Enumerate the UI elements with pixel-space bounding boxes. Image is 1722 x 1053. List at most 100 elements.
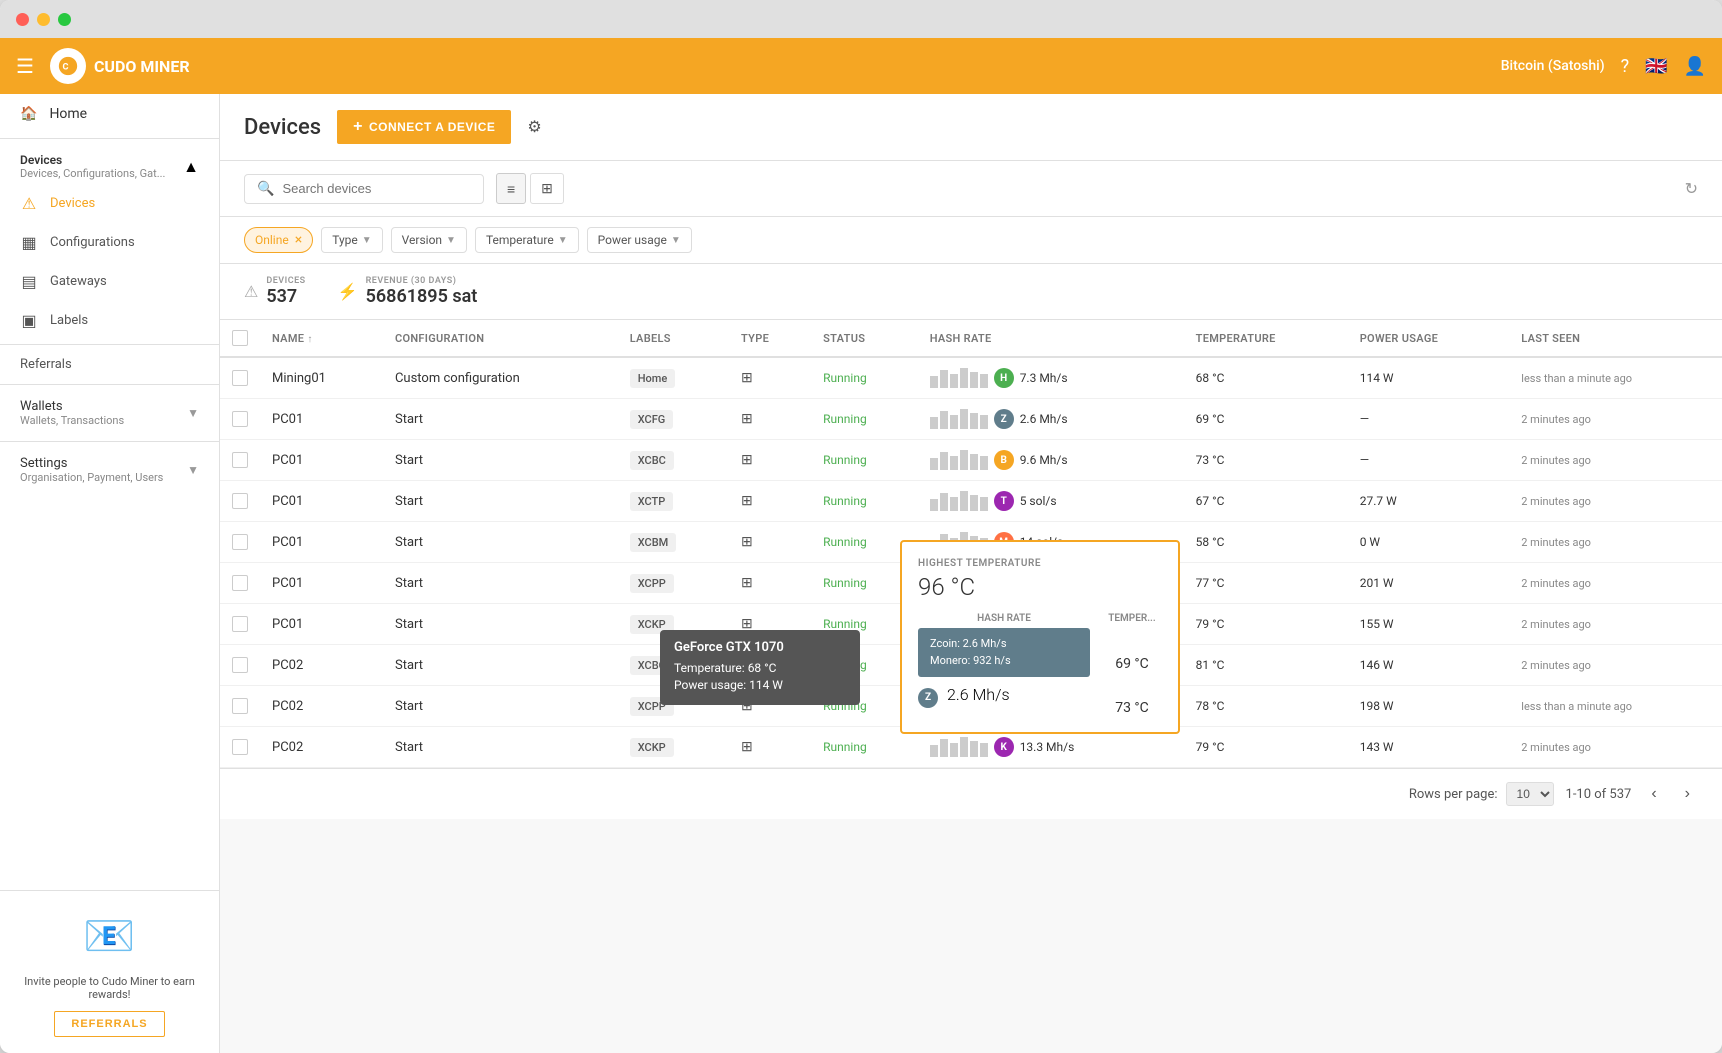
sidebar-item-settings[interactable]: Settings Organisation, Payment, Users ▼ bbox=[0, 446, 219, 494]
pagination: Rows per page: 10 25 50 1-10 of 537 ‹ › bbox=[220, 768, 1722, 819]
settings-button[interactable]: ⚙ bbox=[527, 117, 541, 137]
search-input[interactable] bbox=[282, 181, 471, 196]
device-label: XCFG bbox=[618, 399, 729, 440]
row-checkbox[interactable] bbox=[232, 370, 248, 386]
type-filter[interactable]: Type ▼ bbox=[321, 227, 382, 253]
rows-per-page-select[interactable]: 10 25 50 bbox=[1506, 782, 1554, 806]
referral-illustration: 📧 bbox=[70, 907, 150, 967]
remove-online-filter[interactable]: × bbox=[295, 232, 302, 248]
minimize-button[interactable] bbox=[37, 13, 50, 26]
menu-toggle[interactable]: ☰ bbox=[16, 54, 34, 78]
windows-icon: ⊞ bbox=[741, 493, 753, 509]
labels-icon: ▣ bbox=[20, 311, 38, 330]
sidebar-item-devices[interactable]: ⚠ Devices bbox=[0, 184, 219, 223]
type-column-header[interactable]: Type bbox=[729, 320, 811, 357]
sidebar-item-configurations[interactable]: ▦ Configurations bbox=[0, 223, 219, 262]
row-checkbox-cell bbox=[220, 563, 260, 604]
device-last-seen: 2 minutes ago bbox=[1509, 645, 1722, 686]
temp-value: 69 °C bbox=[1196, 412, 1225, 426]
hashrate-column-header: Hash rate bbox=[918, 320, 1184, 357]
tooltip-power-row: Power usage: 114 W bbox=[674, 678, 846, 692]
gateway-icon: ▤ bbox=[20, 272, 38, 291]
sidebar-item-home[interactable]: 🏠 Home bbox=[0, 94, 219, 134]
row-checkbox[interactable] bbox=[232, 493, 248, 509]
home-label: Home bbox=[49, 106, 87, 122]
device-last-seen: 2 minutes ago bbox=[1509, 481, 1722, 522]
logo-icon: C bbox=[50, 48, 86, 84]
currency-display: Bitcoin (Satoshi) bbox=[1501, 58, 1605, 74]
search-box: 🔍 bbox=[244, 174, 484, 204]
card-temp-section: Temper... 69 °C 73 °C bbox=[1102, 613, 1162, 716]
page-title: Devices bbox=[244, 115, 321, 140]
previous-page-button[interactable]: ‹ bbox=[1643, 781, 1664, 807]
sidebar-item-gateways[interactable]: ▤ Gateways bbox=[0, 262, 219, 301]
device-type: ⊞ bbox=[729, 563, 811, 604]
row-checkbox[interactable] bbox=[232, 698, 248, 714]
sidebar-referral-section: 📧 Invite people to Cudo Miner to earn re… bbox=[0, 890, 219, 1053]
devices-stat: ⚠ DEVICES 537 bbox=[244, 276, 306, 307]
power-value: 146 W bbox=[1360, 658, 1394, 672]
version-label: Version bbox=[402, 233, 442, 247]
row-checkbox[interactable] bbox=[232, 616, 248, 632]
temperature-filter[interactable]: Temperature ▼ bbox=[475, 227, 579, 253]
config-column-header[interactable]: Configuration bbox=[383, 320, 618, 357]
device-temp: 79 °C bbox=[1184, 604, 1348, 645]
device-power: 27.7 W bbox=[1348, 481, 1510, 522]
device-name: PC01 bbox=[260, 522, 383, 563]
status-badge: Running bbox=[823, 740, 867, 754]
language-flag[interactable]: 🇬🇧 bbox=[1645, 56, 1667, 77]
status-badge: Running bbox=[823, 617, 867, 631]
device-last-seen: 2 minutes ago bbox=[1509, 399, 1722, 440]
device-hashrate: B 9.6 Mh/s bbox=[918, 440, 1184, 481]
connect-device-button[interactable]: + CONNECT A DEVICE bbox=[337, 110, 511, 144]
sidebar-item-referrals[interactable]: Referrals bbox=[0, 349, 219, 380]
device-name: Mining01 bbox=[260, 357, 383, 399]
hashrate-value: 7.3 Mh/s bbox=[1020, 371, 1068, 385]
referral-text: Invite people to Cudo Miner to earn rewa… bbox=[16, 975, 203, 1001]
referrals-button[interactable]: REFERRALS bbox=[54, 1011, 164, 1037]
help-icon[interactable]: ? bbox=[1621, 56, 1630, 77]
device-status: Running bbox=[811, 440, 918, 481]
power-value: 114 W bbox=[1360, 371, 1394, 385]
device-last-seen: 2 minutes ago bbox=[1509, 563, 1722, 604]
warning-icon: ⚠ bbox=[20, 194, 38, 213]
settings-subtitle: Organisation, Payment, Users bbox=[20, 471, 163, 484]
row-checkbox[interactable] bbox=[232, 739, 248, 755]
row-checkbox[interactable] bbox=[232, 657, 248, 673]
grid-view-button[interactable]: ⊞ bbox=[530, 173, 564, 204]
hashrate-value: 2.6 Mh/s bbox=[1020, 412, 1068, 426]
temp-value: 58 °C bbox=[1196, 535, 1225, 549]
row-checkbox[interactable] bbox=[232, 575, 248, 591]
maximize-button[interactable] bbox=[58, 13, 71, 26]
labels-column-header[interactable]: Labels bbox=[618, 320, 729, 357]
sidebar-item-wallets[interactable]: Wallets Wallets, Transactions ▼ bbox=[0, 389, 219, 437]
device-power: 146 W bbox=[1348, 645, 1510, 686]
devices-stat-info: DEVICES 537 bbox=[266, 276, 305, 307]
online-filter-tag[interactable]: Online × bbox=[244, 227, 313, 253]
name-column-header[interactable]: Name ↑ bbox=[260, 320, 383, 357]
power-label: Power usage bbox=[598, 233, 667, 247]
device-status: Running bbox=[811, 357, 918, 399]
label-badge: XCPP bbox=[630, 574, 674, 593]
list-view-button[interactable]: ≡ bbox=[496, 173, 526, 204]
main-content: Devices + CONNECT A DEVICE ⚙ 🔍 ≡ ⊞ bbox=[220, 94, 1722, 1053]
sidebar-item-devices-label: Devices bbox=[50, 196, 95, 211]
user-icon[interactable]: 👤 bbox=[1684, 56, 1706, 77]
refresh-button[interactable]: ↻ bbox=[1685, 179, 1698, 199]
temp-col-label: Temper... bbox=[1102, 613, 1162, 624]
version-filter[interactable]: Version ▼ bbox=[391, 227, 467, 253]
row-checkbox[interactable] bbox=[232, 452, 248, 468]
power-filter[interactable]: Power usage ▼ bbox=[587, 227, 692, 253]
hashrate-bars bbox=[930, 491, 988, 511]
device-type: ⊞ bbox=[729, 481, 811, 522]
row-checkbox[interactable] bbox=[232, 534, 248, 550]
wallets-subtitle: Wallets, Transactions bbox=[20, 414, 124, 427]
sidebar-item-labels[interactable]: ▣ Labels bbox=[0, 301, 219, 340]
row-checkbox[interactable] bbox=[232, 411, 248, 427]
device-power: 0 W bbox=[1348, 522, 1510, 563]
power-value: 198 W bbox=[1360, 699, 1394, 713]
next-page-button[interactable]: › bbox=[1677, 781, 1698, 807]
select-all-checkbox[interactable] bbox=[232, 330, 248, 346]
devices-group-header[interactable]: Devices Devices, Configurations, Gat... … bbox=[0, 143, 219, 184]
close-button[interactable] bbox=[16, 13, 29, 26]
